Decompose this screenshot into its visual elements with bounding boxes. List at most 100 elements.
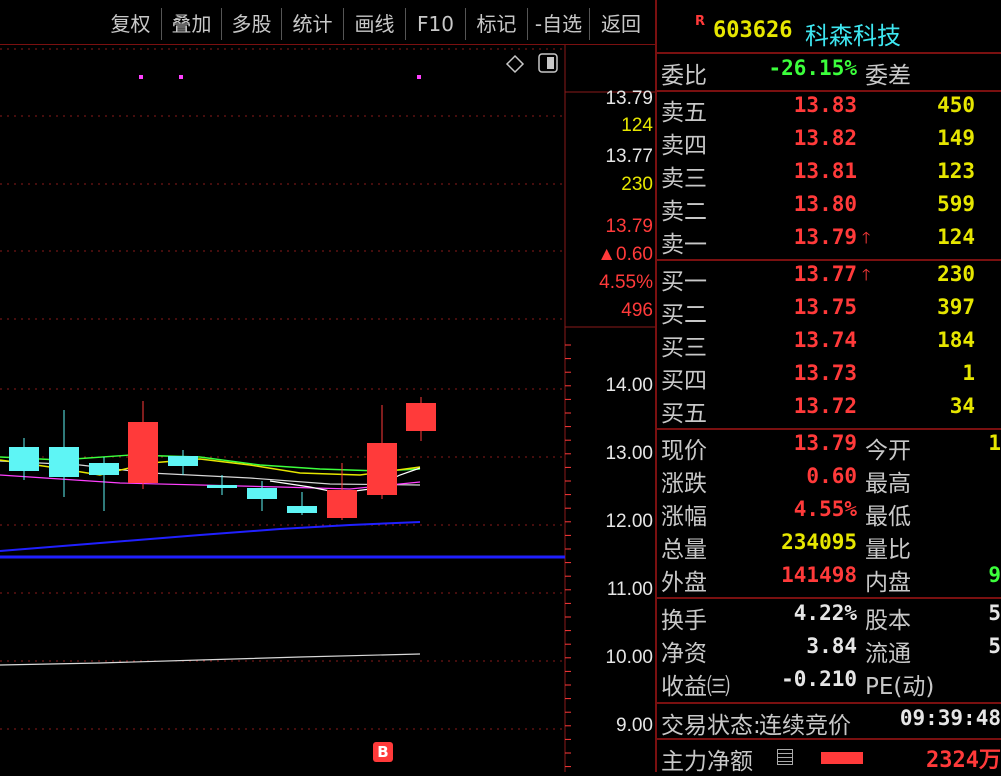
stat-label: 换手 [661, 608, 707, 634]
fuquan-button[interactable]: 复权 [100, 8, 162, 40]
stat-value: 1 [988, 431, 1001, 455]
panel-toggle-icon[interactable] [538, 53, 558, 73]
bid-price: 13.77 [793, 262, 857, 286]
main-flow-row[interactable]: 主力净额 2324万 [657, 742, 1001, 775]
stat-row: 外盘 141498 内盘 9 [657, 563, 1001, 596]
ask-label: 卖一 [661, 232, 707, 258]
mark-button[interactable]: 标记 [466, 8, 528, 40]
stat-label: 总量 [661, 537, 707, 563]
ask-row[interactable]: 卖二 13.80 599 [657, 192, 1001, 225]
stat-label: 量比 [865, 537, 911, 563]
side-volume: 496 [621, 300, 653, 321]
bid-label: 买五 [661, 401, 707, 427]
wei-bi-value: -26.15% [768, 56, 857, 80]
stat-label: 净资 [661, 641, 707, 667]
candle-up[interactable] [367, 405, 397, 499]
candle-down[interactable] [287, 492, 317, 515]
bid-row[interactable]: 买三 13.74 184 [657, 328, 1001, 361]
trade-status-label: 交易状态: [661, 713, 761, 739]
bid-volume: 397 [937, 295, 975, 319]
ma-line-white-low [0, 653, 421, 666]
side-ask-vol: 124 [621, 115, 653, 136]
stat-value: 0.60 [806, 464, 857, 488]
ask-volume: 599 [937, 192, 975, 216]
f10-button[interactable]: F10 [406, 8, 466, 40]
overlay-button[interactable]: 叠加 [162, 8, 222, 40]
statistics-button[interactable]: 统计 [282, 8, 344, 40]
stat-row: 收益㈢ -0.210 PE(动) [657, 667, 1001, 700]
price-axis-label: 14.00 [605, 375, 653, 396]
ask-volume: 123 [937, 159, 975, 183]
draw-line-button[interactable]: 画线 [344, 8, 406, 40]
stat-row: 涨跌 0.60 最高 [657, 464, 1001, 497]
trade-status-row: 交易状态: 连续竞价 09:39:48 [657, 706, 1001, 739]
stock-flag: R [695, 14, 706, 29]
kline-chart[interactable]: 14.00 13.00 12.00 11.00 10.00 9.00 13.79… [0, 45, 655, 772]
candle-down[interactable] [247, 481, 277, 511]
stat-label: 外盘 [661, 570, 707, 596]
stat-label: 今开 [865, 438, 911, 464]
arrow-up-icon: 🡑 [862, 265, 871, 284]
signal-marker [179, 75, 183, 79]
side-last-price: 13.79 [605, 216, 653, 237]
candle-down[interactable] [89, 457, 119, 511]
candle-up[interactable] [327, 463, 357, 520]
multi-stock-button[interactable]: 多股 [222, 8, 282, 40]
candle-down[interactable] [207, 475, 237, 495]
candle-down[interactable] [49, 410, 79, 497]
quote-panel: R 603626 科森科技 委比 -26.15% 委差 卖五 13.83 450… [655, 0, 1001, 775]
bid-price: 13.73 [793, 361, 857, 385]
ask-volume: 124 [937, 225, 975, 249]
ask-row[interactable]: 卖四 13.82 149 [657, 126, 1001, 159]
stat-value: 4.22% [793, 601, 857, 625]
price-axis-label: 10.00 [605, 647, 653, 668]
stat-label: 最高 [865, 471, 911, 497]
side-change: ▲0.60 [597, 244, 653, 265]
candle-down[interactable] [168, 450, 198, 475]
ask-row[interactable]: 卖一 13.79 🡑 124 [657, 225, 1001, 258]
bid-volume: 184 [937, 328, 975, 352]
diamond-icon[interactable] [505, 54, 525, 74]
candle-down[interactable] [9, 438, 39, 480]
ask-price: 13.79 [793, 225, 857, 249]
list-icon[interactable] [777, 749, 793, 765]
price-axis-label: 9.00 [616, 715, 653, 736]
stat-label: 涨幅 [661, 504, 707, 530]
price-axis-label: 12.00 [605, 511, 653, 532]
ask-price: 13.80 [793, 192, 857, 216]
candle-up[interactable] [406, 397, 436, 441]
chart-toolbar: 复权 叠加 多股 统计 画线 F10 标记 -自选 返回 [0, 0, 655, 45]
ask-row[interactable]: 卖五 13.83 450 [657, 93, 1001, 126]
stat-label: 最低 [865, 504, 911, 530]
arrow-up-icon: 🡑 [862, 228, 871, 247]
bid-price: 13.75 [793, 295, 857, 319]
stock-name: 科森科技 [805, 22, 901, 50]
bid-row[interactable]: 买五 13.72 34 [657, 394, 1001, 427]
main-flow-value: 2324万 [926, 748, 1001, 773]
back-button[interactable]: 返回 [590, 8, 652, 40]
kline-svg[interactable] [0, 45, 655, 772]
flow-bar [821, 752, 863, 764]
signal-marker [417, 75, 421, 79]
price-axis-label: 13.00 [605, 443, 653, 464]
bid-label: 买三 [661, 335, 707, 361]
stock-code: 603626 [713, 18, 793, 43]
stat-value: 9 [988, 563, 1001, 587]
stat-value: 141498 [781, 563, 857, 587]
bid-price: 13.72 [793, 394, 857, 418]
bid-label: 买一 [661, 269, 707, 295]
ask-row[interactable]: 卖三 13.81 123 [657, 159, 1001, 192]
stat-label: 涨跌 [661, 471, 707, 497]
buy-marker[interactable]: B [373, 742, 393, 762]
stat-value: -0.210 [781, 667, 857, 691]
bid-row[interactable]: 买一 13.77 🡑 230 [657, 262, 1001, 295]
side-change-pct: 4.55% [599, 272, 653, 293]
watchlist-button[interactable]: -自选 [528, 8, 590, 40]
main-flow-label: 主力净额 [661, 749, 753, 775]
bid-row[interactable]: 买四 13.73 1 [657, 361, 1001, 394]
wei-bi-row: 委比 -26.15% 委差 [657, 56, 1001, 89]
stat-label: 股本 [865, 608, 911, 634]
side-ask-price: 13.79 [605, 88, 653, 109]
candle-up[interactable] [128, 401, 158, 489]
bid-row[interactable]: 买二 13.75 397 [657, 295, 1001, 328]
